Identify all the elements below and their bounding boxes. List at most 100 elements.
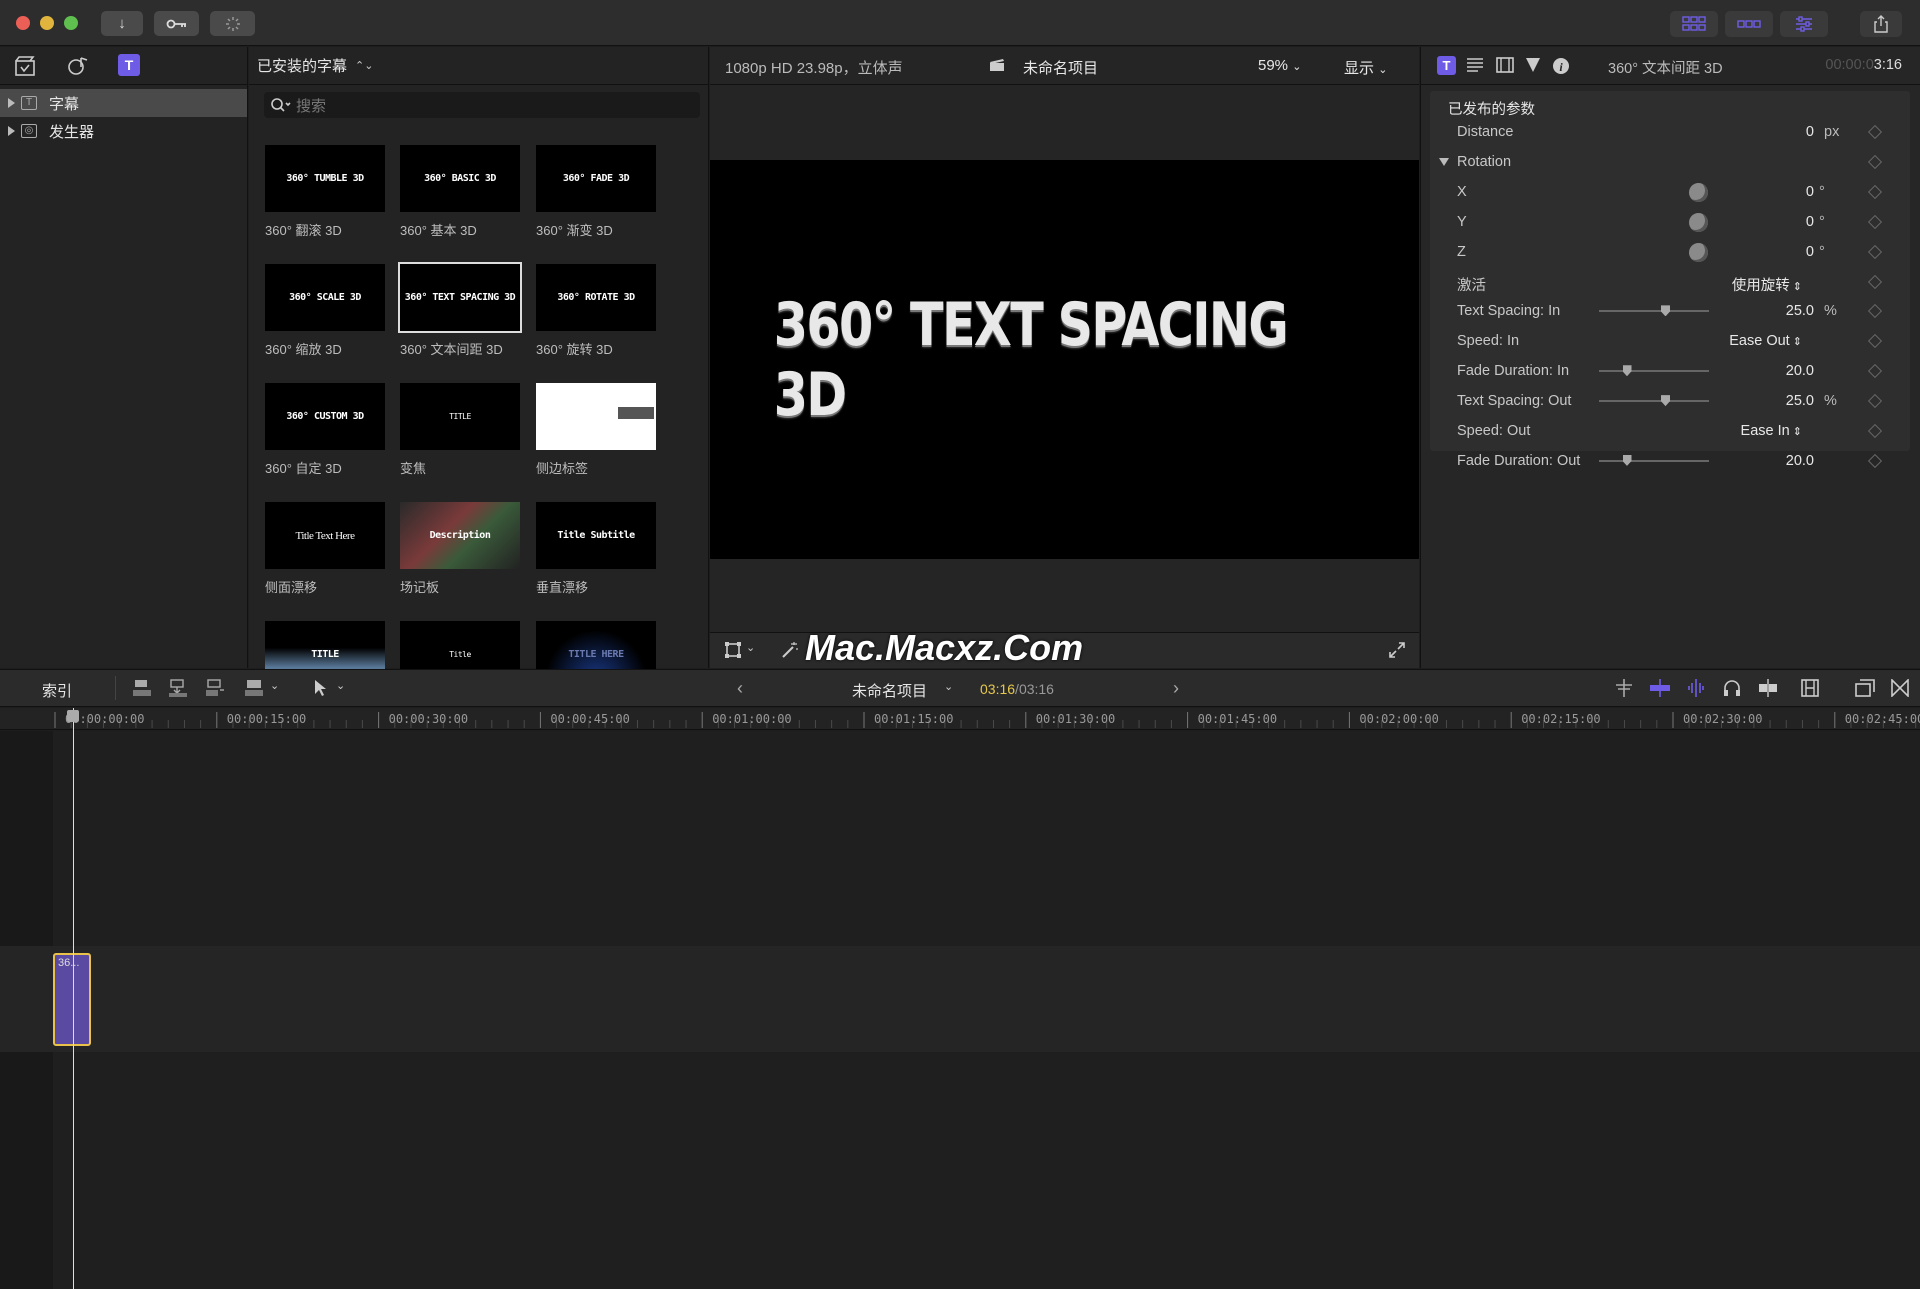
rotation-dial[interactable] (1689, 242, 1708, 262)
keyframe-button[interactable] (1867, 244, 1883, 259)
title-thumbnail[interactable]: 360° TUMBLE 3D (265, 145, 385, 212)
show-inspector-button[interactable] (1780, 11, 1828, 37)
param-popup[interactable]: Ease Out ⇕ (1729, 333, 1802, 349)
title-tile[interactable]: Description 场记板 (400, 502, 520, 596)
keyframe-button[interactable] (1867, 184, 1883, 199)
param-row[interactable]: 激活 使用旋转 ⇕ (1430, 267, 1910, 297)
index-button[interactable]: 索引 (42, 680, 72, 701)
title-thumbnail[interactable]: 360° BASIC 3D (400, 145, 520, 212)
slider-knob[interactable] (1622, 365, 1632, 377)
title-thumbnail[interactable]: 360° ROTATE 3D (536, 264, 656, 331)
param-popup[interactable]: Ease In ⇕ (1741, 423, 1802, 439)
title-tile[interactable]: 360° CUSTOM 3D 360° 自定 3D (265, 383, 385, 477)
solo-icon[interactable] (1685, 678, 1707, 698)
video-inspector-icon[interactable] (1496, 57, 1514, 73)
param-row[interactable]: Distance 0 px (1430, 117, 1910, 147)
sidebar-item-generators[interactable]: ◎ 发生器 (0, 117, 247, 145)
disclosure-triangle-icon[interactable] (1439, 157, 1449, 166)
sidebar-item-titles[interactable]: T 字幕 (0, 89, 247, 117)
disclosure-triangle-icon[interactable] (8, 126, 15, 136)
param-value[interactable]: 0 (1806, 244, 1814, 260)
timeline-ruler[interactable]: 00:00:00:00 00:00:15:00 00:00:30:00 00:00:4… (0, 708, 1920, 730)
title-tile[interactable]: 360° SCALE 3D 360° 缩放 3D (265, 264, 385, 358)
slider-knob[interactable] (1622, 454, 1632, 466)
param-row[interactable]: Y 0 ° (1430, 207, 1910, 237)
param-value[interactable]: 0 (1806, 214, 1814, 230)
title-thumbnail[interactable] (536, 383, 656, 450)
param-value[interactable]: 25.0 (1786, 303, 1814, 319)
append-clip-icon[interactable] (205, 678, 225, 698)
viewer-canvas[interactable]: 360° TEXT SPACING 3D (710, 160, 1419, 559)
param-row[interactable]: Z 0 ° (1430, 237, 1910, 267)
show-browser-button[interactable] (1670, 11, 1718, 37)
fullscreen-icon[interactable] (1388, 641, 1406, 659)
param-row[interactable]: Fade Duration: Out 20.0 (1430, 446, 1910, 476)
connect-clip-icon[interactable] (132, 678, 152, 698)
updown-chevron-icon[interactable]: ⌃⌄ (355, 59, 373, 72)
chevron-down-icon[interactable]: ⌄ (270, 679, 279, 692)
keyframe-button[interactable] (1867, 124, 1883, 140)
next-history-button[interactable]: › (1173, 678, 1179, 699)
color-inspector-icon[interactable] (1525, 57, 1541, 73)
param-slider[interactable] (1599, 395, 1709, 407)
primary-storyline[interactable] (0, 946, 1920, 1052)
playhead-handle[interactable] (67, 710, 79, 722)
keyframe-button[interactable] (1867, 304, 1883, 319)
title-tile[interactable]: 360° ROTATE 3D 360° 旋转 3D (536, 264, 656, 358)
text-inspector-icon[interactable] (1466, 57, 1484, 73)
param-row[interactable]: X 0 ° (1430, 177, 1910, 207)
timeline-tracks[interactable]: 36... (0, 731, 1920, 1289)
skimming-icon[interactable] (1613, 678, 1635, 698)
param-row[interactable]: Speed: Out Ease In ⇕ (1430, 416, 1910, 446)
headphones-icon[interactable] (1722, 678, 1742, 698)
chevron-down-icon[interactable]: ⌄ (336, 679, 345, 692)
param-slider[interactable] (1599, 305, 1709, 317)
slider-knob[interactable] (1661, 305, 1670, 317)
transform-icon[interactable] (724, 641, 742, 659)
chevron-down-icon[interactable]: ⌄ (746, 641, 755, 654)
category-popup[interactable]: 已安装的字幕 (257, 55, 347, 76)
previous-history-button[interactable]: ‹ (737, 678, 743, 699)
title-tile[interactable]: 360° BASIC 3D 360° 基本 3D (400, 145, 520, 239)
param-slider[interactable] (1599, 454, 1709, 466)
title-tile[interactable]: 侧边标签 (536, 383, 656, 477)
minimize-window-button[interactable] (40, 16, 54, 30)
param-row[interactable]: Fade Duration: In 20.0 (1430, 356, 1910, 386)
title-thumbnail[interactable]: 360° TEXT SPACING 3D (398, 262, 522, 333)
title-tile[interactable]: 360° TUMBLE 3D 360° 翻滚 3D (265, 145, 385, 239)
keyframe-button[interactable] (1867, 394, 1883, 409)
insert-clip-icon[interactable] (168, 678, 188, 698)
title-tile[interactable]: Title Subtitle 垂直漂移 (536, 502, 656, 596)
keyframe-button[interactable] (1867, 274, 1883, 289)
param-row[interactable]: Text Spacing: Out 25.0% (1430, 386, 1910, 416)
keyframe-button[interactable] (1867, 364, 1883, 379)
keyframe-button[interactable] (1867, 334, 1883, 349)
audio-skimming-icon[interactable] (1649, 678, 1671, 698)
param-slider[interactable] (1599, 365, 1709, 377)
keywords-button[interactable] (154, 11, 199, 36)
zoom-window-button[interactable] (64, 16, 78, 30)
playhead[interactable] (73, 708, 74, 1289)
param-value[interactable]: 0 (1806, 124, 1814, 140)
magic-wand-icon[interactable] (780, 640, 800, 660)
title-thumbnail[interactable]: 360° FADE 3D (536, 145, 656, 212)
photos-audio-icon[interactable] (66, 55, 90, 77)
overwrite-clip-icon[interactable] (244, 678, 264, 698)
title-tile[interactable]: TITLE 变焦 (400, 383, 520, 477)
zoom-popup[interactable]: 59% ⌄ (1258, 57, 1301, 74)
keyframe-button[interactable] (1867, 453, 1883, 468)
keyframe-button[interactable] (1867, 214, 1883, 229)
param-value[interactable]: 0 (1806, 184, 1814, 200)
transitions-browser-icon[interactable] (1891, 679, 1909, 697)
rotation-dial[interactable] (1689, 212, 1708, 232)
title-thumbnail[interactable]: 360° CUSTOM 3D (265, 383, 385, 450)
close-window-button[interactable] (16, 16, 30, 30)
chevron-down-icon[interactable]: ⌄ (944, 680, 953, 693)
rotation-dial[interactable] (1689, 182, 1708, 202)
title-thumbnail[interactable]: Description (400, 502, 520, 569)
search-field[interactable]: 搜索 (264, 92, 700, 118)
libraries-icon[interactable] (14, 55, 36, 77)
title-thumbnail[interactable]: TITLE (400, 383, 520, 450)
timeline-project-name[interactable]: 未命名项目 (852, 680, 927, 701)
title-tile[interactable]: 360° FADE 3D 360° 渐变 3D (536, 145, 656, 239)
